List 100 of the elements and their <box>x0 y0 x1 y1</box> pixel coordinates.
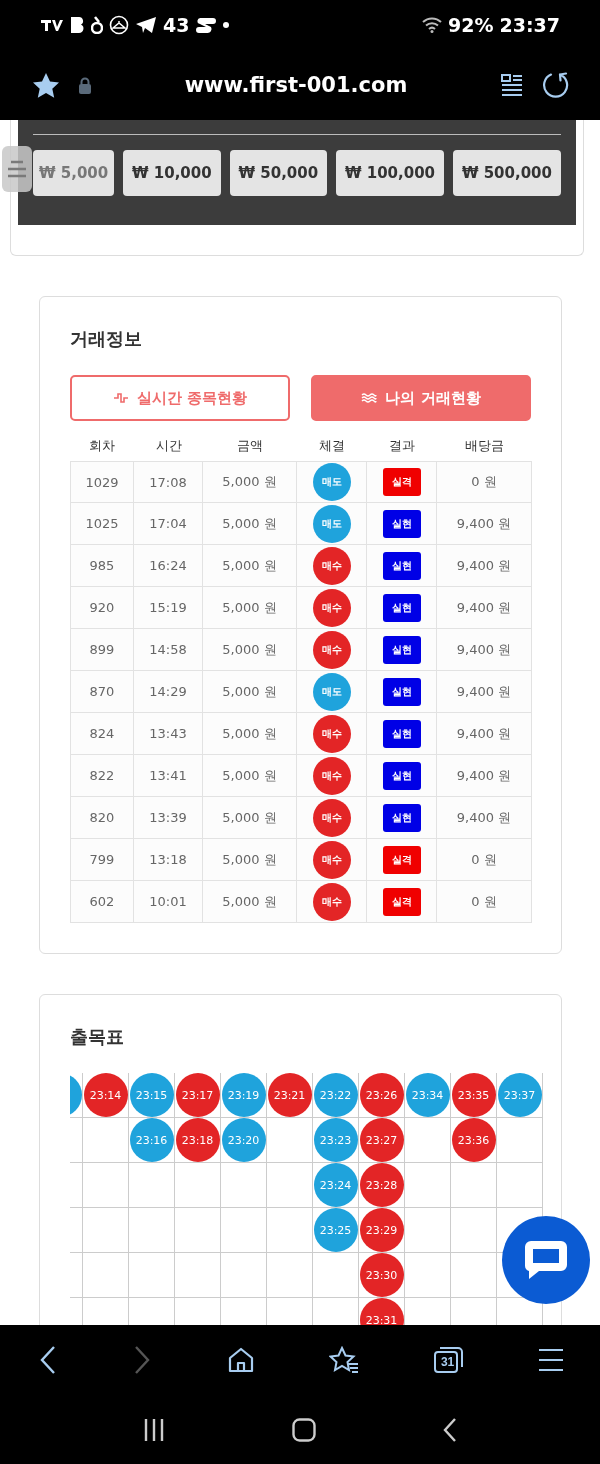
result-ball: 23:23 <box>313 1118 358 1162</box>
b-logo-icon <box>70 16 85 34</box>
result-badge: 실현 <box>382 635 421 664</box>
result-ball: 23:27 <box>359 1118 404 1162</box>
table-cell: 824 <box>70 713 134 755</box>
menu-button[interactable] <box>537 1348 564 1372</box>
wave-lines-icon <box>361 392 378 404</box>
refresh-icon[interactable] <box>542 71 570 99</box>
table-cell: 13:39 <box>134 797 203 839</box>
side-badge: 매수 <box>312 630 351 669</box>
side-badge: 매수 <box>312 756 351 795</box>
result-ball: 23:16 <box>129 1118 174 1162</box>
table-cell: 0 원 <box>437 881 532 923</box>
amount-button[interactable]: ₩ 10,000 <box>123 150 221 196</box>
pulse-icon <box>112 392 129 404</box>
table-cell: 1029 <box>70 461 134 503</box>
side-badge: 매수 <box>312 882 351 921</box>
table-cell: 5,000 원 <box>203 713 297 755</box>
side-badge: 매수 <box>312 798 351 837</box>
result-badge: 실현 <box>382 551 421 580</box>
table-cell: 9,400 원 <box>437 587 532 629</box>
result-badge: 실현 <box>382 509 421 538</box>
result-ball: 23:17 <box>175 1073 220 1117</box>
column-header: 시간 <box>154 437 183 455</box>
result-badge: 실현 <box>382 719 421 748</box>
battery-level: 92% <box>448 14 494 36</box>
result-ball: 23:34 <box>405 1073 450 1117</box>
amount-button[interactable]: ₩ 50,000 <box>229 150 328 196</box>
table-cell: 0 원 <box>437 461 532 503</box>
result-badge: 실격 <box>382 887 421 916</box>
bookmark-star-icon[interactable] <box>32 71 60 99</box>
result-ball: 23:35 <box>451 1073 496 1117</box>
result-ball: 23:26 <box>359 1073 404 1117</box>
table-cell: 799 <box>70 839 134 881</box>
column-header: 금액 <box>236 437 264 455</box>
recent-apps-icon[interactable] <box>143 1417 166 1442</box>
amount-button[interactable]: ₩ 5,000 <box>33 150 115 196</box>
result-ball: 23:19 <box>221 1073 266 1117</box>
result-ball: 23:15 <box>129 1073 174 1117</box>
lock-icon[interactable] <box>78 76 92 94</box>
bookmarks-button[interactable] <box>329 1346 360 1374</box>
result-ball: 23:18 <box>175 1118 220 1162</box>
side-badge: 매도 <box>312 504 351 543</box>
table-cell: 9,400 원 <box>437 671 532 713</box>
result-ball: 23:24 <box>313 1163 358 1207</box>
table-cell: 822 <box>70 755 134 797</box>
wifi-icon <box>422 17 443 33</box>
clock: 23:37 <box>499 14 560 36</box>
result-ball: 23:29 <box>359 1208 404 1252</box>
table-cell: 16:24 <box>134 545 203 587</box>
result-badge: 실현 <box>382 761 421 790</box>
column-header: 결과 <box>388 437 416 455</box>
side-badge: 매수 <box>312 714 351 753</box>
result-ball: 23:31 <box>359 1298 404 1325</box>
home-icon[interactable] <box>292 1417 316 1442</box>
table-cell: 602 <box>70 881 134 923</box>
table-cell: 14:29 <box>134 671 203 713</box>
notification-count: 43 <box>163 14 190 36</box>
table-cell: 17:08 <box>134 461 203 503</box>
table-cell: 9,400 원 <box>437 545 532 587</box>
table-cell: 14:58 <box>134 629 203 671</box>
table-cell: 5,000 원 <box>203 797 297 839</box>
reader-mode-icon[interactable] <box>500 73 524 97</box>
home-button[interactable] <box>226 1346 255 1374</box>
result-ball: 23:20 <box>221 1118 266 1162</box>
table-cell: 17:04 <box>134 503 203 545</box>
back-button[interactable] <box>38 1345 58 1375</box>
table-cell: 15:19 <box>134 587 203 629</box>
table-cell: 5,000 원 <box>203 881 297 923</box>
hanger-icon <box>109 15 129 35</box>
result-ball: 23:14 <box>83 1073 128 1117</box>
side-badge: 매수 <box>312 840 351 879</box>
side-badge: 매수 <box>312 588 351 627</box>
result-badge: 실격 <box>382 468 421 496</box>
result-ball: 23:37 <box>497 1073 542 1117</box>
side-badge: 매수 <box>312 546 351 585</box>
side-badge: 매도 <box>312 672 351 711</box>
table-cell: 5,000 원 <box>203 587 297 629</box>
card-title: 거래정보 <box>70 327 143 351</box>
table-cell: 0 원 <box>437 839 532 881</box>
amount-button[interactable]: ₩ 500,000 <box>452 150 561 196</box>
table-cell: 920 <box>70 587 134 629</box>
column-header: 회차 <box>88 437 116 455</box>
table-cell: 5,000 원 <box>203 545 297 587</box>
table-cell: 5,000 원 <box>203 461 297 503</box>
table-cell: 1025 <box>70 503 134 545</box>
result-badge: 실현 <box>382 677 421 706</box>
table-cell: 820 <box>70 797 134 839</box>
card-title: 출목표 <box>70 1025 125 1049</box>
table-cell: 9,400 원 <box>437 503 532 545</box>
table-cell: 5,000 원 <box>203 839 297 881</box>
back-icon[interactable] <box>442 1417 457 1442</box>
table-cell: 10:01 <box>134 881 203 923</box>
table-cell: 5,000 원 <box>203 755 297 797</box>
table-cell: 5,000 원 <box>203 629 297 671</box>
amount-button[interactable]: ₩ 100,000 <box>335 150 445 196</box>
result-badge: 실현 <box>382 593 421 622</box>
table-cell: 870 <box>70 671 134 713</box>
table-cell: 9,400 원 <box>437 713 532 755</box>
table-cell: 13:18 <box>134 839 203 881</box>
